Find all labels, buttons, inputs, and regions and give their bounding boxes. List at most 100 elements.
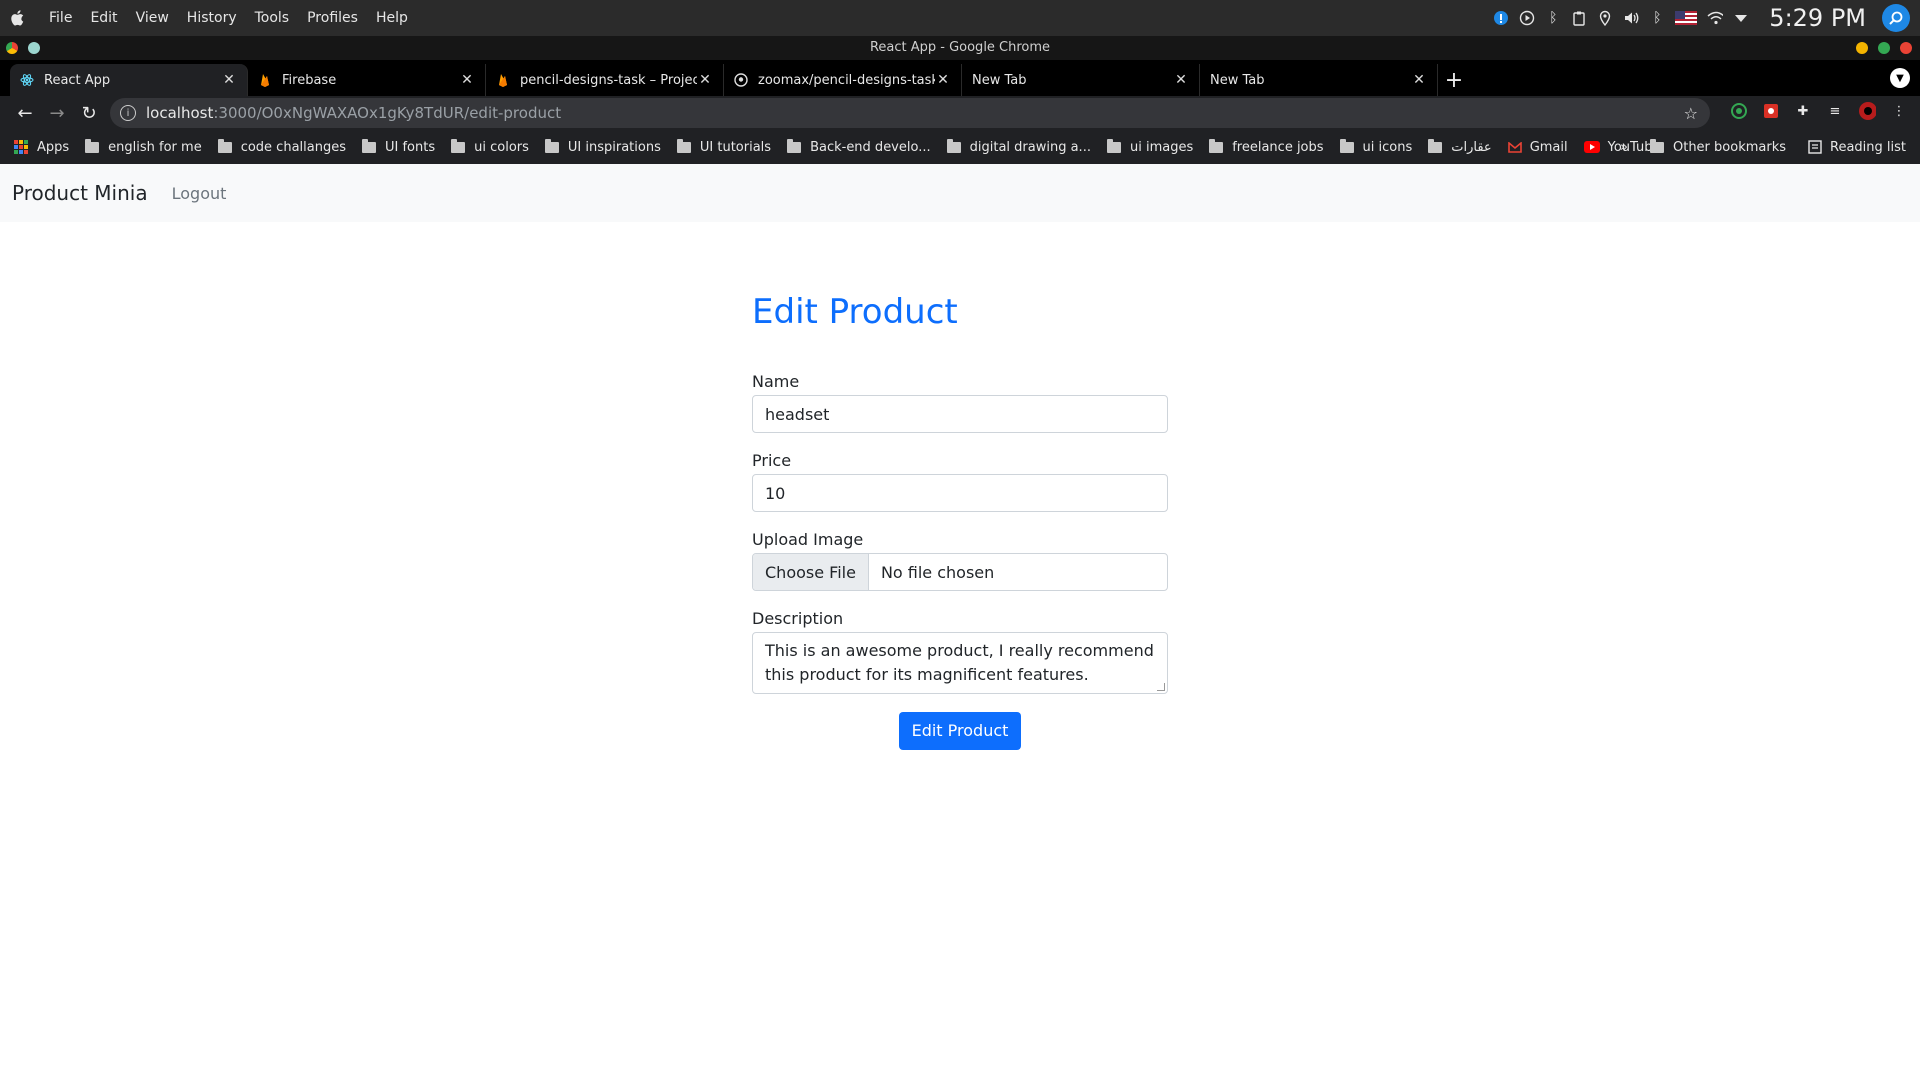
bookmark-folder[interactable]: ui images	[1106, 138, 1193, 155]
folder-icon	[946, 138, 961, 153]
close-window-button[interactable]	[1900, 42, 1912, 54]
reload-button[interactable]: ↻	[74, 98, 104, 128]
tab-new-tab[interactable]: New Tab ✕	[1200, 64, 1438, 96]
name-input[interactable]: headset	[752, 395, 1168, 433]
menu-tools[interactable]: Tools	[246, 10, 299, 26]
menu-view[interactable]: View	[127, 10, 178, 26]
more-menu-icon[interactable]: ⋮	[1890, 102, 1908, 120]
edit-product-button[interactable]: Edit Product	[898, 712, 1022, 750]
play-circle-icon[interactable]	[1519, 10, 1535, 26]
wifi-icon[interactable]	[1707, 10, 1724, 26]
close-tab-icon[interactable]: ✕	[1173, 72, 1189, 88]
bluetooth-icon[interactable]: ᛒ	[1545, 10, 1561, 26]
extension-red-icon[interactable]	[1762, 102, 1780, 120]
extension-circle-icon[interactable]	[1730, 102, 1748, 120]
volume-icon[interactable]	[1623, 10, 1639, 26]
description-field-group: Description This is an awesome product, …	[752, 609, 1168, 694]
extensions-puzzle-icon[interactable]: ✚	[1794, 102, 1812, 120]
tab-new-tab[interactable]: New Tab ✕	[962, 64, 1200, 96]
menu-help[interactable]: Help	[367, 10, 417, 26]
back-button[interactable]: ←	[10, 98, 40, 128]
github-icon	[734, 73, 748, 87]
bookmark-label: freelance jobs	[1232, 139, 1324, 155]
menu-history[interactable]: History	[178, 10, 246, 26]
window-pin-icon[interactable]	[28, 42, 40, 54]
os-menu-bar: File Edit View History Tools Profiles He…	[0, 0, 1920, 36]
menu-profiles[interactable]: Profiles	[298, 10, 367, 26]
reading-list-button[interactable]: Reading list	[1808, 140, 1906, 155]
bookmark-folder[interactable]: UI inspirations	[544, 138, 661, 155]
tab-github[interactable]: zoomax/pencil-designs-task ✕	[724, 64, 962, 96]
bookmark-other[interactable]: Other bookmarks	[1649, 138, 1786, 155]
bookmark-folder[interactable]: ui icons	[1339, 138, 1412, 155]
minimize-button[interactable]	[1856, 42, 1868, 54]
clipboard-icon[interactable]	[1571, 10, 1587, 26]
media-queue-icon[interactable]: ≡	[1826, 102, 1844, 120]
folder-icon	[1339, 138, 1354, 153]
bookmark-folder[interactable]: Back-end develo...	[787, 138, 931, 155]
file-status: No file chosen	[880, 562, 995, 582]
bookmark-label: عقارات	[1451, 139, 1492, 155]
bookmark-star-icon[interactable]: ☆	[1684, 104, 1698, 123]
tab-firebase[interactable]: Firebase ✕	[248, 64, 486, 96]
bookmark-folder[interactable]: ui colors	[451, 138, 529, 155]
bookmark-folder[interactable]: UI fonts	[362, 138, 435, 155]
bookmark-folder[interactable]: english for me	[85, 138, 202, 155]
apple-icon[interactable]	[8, 8, 28, 28]
close-tab-icon[interactable]: ✕	[1411, 72, 1427, 88]
address-bar[interactable]: i localhost:3000/O0xNgWAXAOx1gKy8TdUR/ed…	[110, 98, 1710, 128]
close-tab-icon[interactable]: ✕	[697, 72, 713, 88]
maximize-button[interactable]	[1878, 42, 1890, 54]
url-path: :3000/O0xNgWAXAOx1gKy8TdUR/edit-product	[213, 104, 562, 122]
apps-grid-icon	[14, 140, 28, 154]
chevron-down-icon[interactable]	[1733, 10, 1749, 26]
close-tab-icon[interactable]: ✕	[935, 72, 951, 88]
description-textarea[interactable]: This is an awesome product, I really rec…	[752, 632, 1168, 694]
resize-handle-icon[interactable]	[1157, 683, 1165, 691]
location-pin-icon[interactable]	[1597, 10, 1613, 26]
bookmark-folder[interactable]: code challanges	[217, 138, 346, 155]
us-flag-icon[interactable]	[1675, 10, 1698, 26]
bookmark-folder[interactable]: digital drawing a...	[946, 138, 1091, 155]
close-tab-icon[interactable]: ✕	[221, 72, 237, 88]
window-titlebar: React App - Google Chrome	[0, 36, 1920, 60]
brand-link[interactable]: Product Minia	[12, 181, 148, 205]
bookmarks-overflow-button[interactable]: »	[1620, 140, 1628, 155]
folder-icon	[544, 138, 559, 153]
menu-file[interactable]: File	[40, 10, 81, 26]
bookmark-label: code challanges	[240, 139, 346, 155]
folder-icon	[676, 138, 691, 153]
clock[interactable]: 5:29 PM	[1769, 4, 1866, 32]
folder-icon	[85, 138, 100, 153]
site-info-icon[interactable]: i	[120, 105, 136, 121]
bookmark-folder[interactable]: freelance jobs	[1209, 138, 1324, 155]
extensions-area: ✚ ≡ ⋮	[1730, 102, 1908, 120]
search-icon[interactable]	[1882, 4, 1910, 32]
tab-react-app[interactable]: React App ✕	[10, 64, 248, 96]
file-input[interactable]: Choose File No file chosen	[752, 553, 1168, 591]
price-input[interactable]: 10	[752, 474, 1168, 512]
bluetooth-status-icon[interactable]: ᛒ	[1649, 10, 1665, 26]
folder-icon	[1106, 138, 1121, 153]
bookmark-gmail[interactable]: Gmail	[1507, 140, 1568, 155]
status-tray: ᛒ ᛒ 5:29 PM	[1493, 0, 1920, 36]
bookmark-apps[interactable]: Apps	[14, 140, 69, 155]
image-field-group: Upload Image Choose File No file chosen	[752, 530, 1168, 591]
tab-firebase-project[interactable]: pencil-designs-task – Project ✕	[486, 64, 724, 96]
bookmark-label: Reading list	[1830, 139, 1906, 155]
new-tab-button[interactable]: +	[1438, 64, 1470, 96]
info-badge-icon[interactable]	[1493, 10, 1509, 26]
choose-file-button[interactable]: Choose File	[753, 554, 869, 590]
logout-link[interactable]: Logout	[172, 184, 227, 203]
bookmark-folder[interactable]: UI tutorials	[676, 138, 772, 155]
description-text: This is an awesome product, I really rec…	[765, 641, 1154, 684]
tab-search-icon[interactable]: ▼	[1890, 68, 1910, 88]
bookmark-label: UI tutorials	[699, 139, 772, 155]
bookmark-label: digital drawing a...	[969, 139, 1091, 155]
tab-title: zoomax/pencil-designs-task	[758, 72, 935, 88]
menu-edit[interactable]: Edit	[81, 10, 126, 26]
profile-avatar-icon[interactable]	[1858, 102, 1876, 120]
close-tab-icon[interactable]: ✕	[459, 72, 475, 88]
bookmark-folder[interactable]: عقارات	[1428, 138, 1492, 155]
forward-button[interactable]: →	[42, 98, 72, 128]
